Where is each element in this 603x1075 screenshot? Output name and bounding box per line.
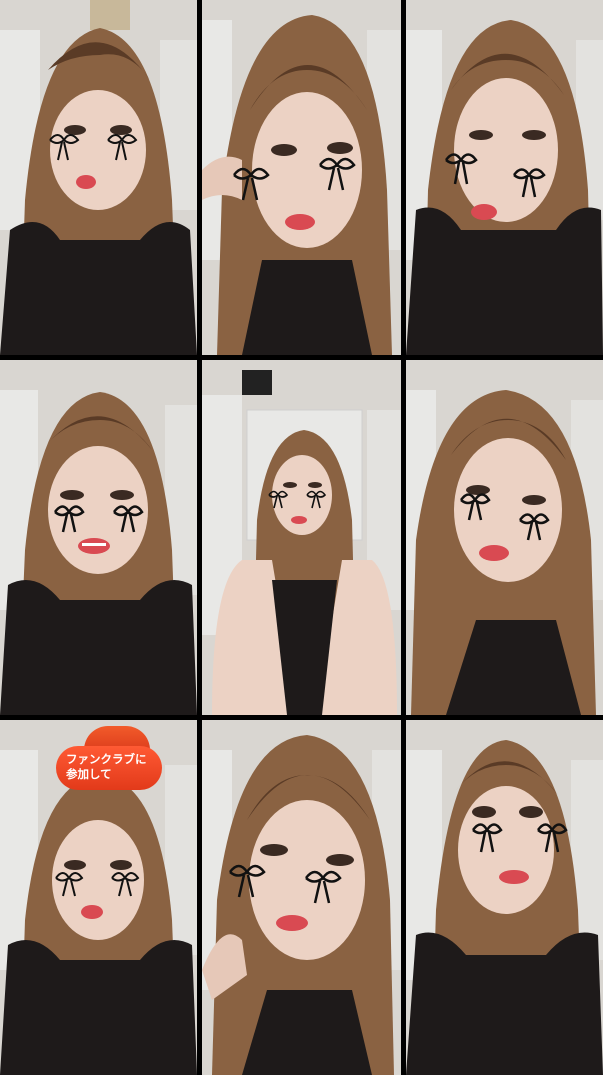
video-tile-3[interactable] — [406, 0, 603, 355]
join-fanclub-label: ファンクラブに 参加して — [56, 746, 162, 790]
video-tile-4[interactable] — [0, 360, 197, 715]
portrait-scene — [202, 720, 401, 1075]
video-tile-9[interactable] — [406, 720, 603, 1075]
video-tile-1[interactable] — [0, 0, 197, 355]
video-frame-grid: ファンクラブに 参加して — [0, 0, 603, 1075]
portrait-scene — [202, 0, 401, 355]
video-tile-5[interactable] — [202, 360, 401, 715]
portrait-scene — [0, 0, 197, 355]
video-tile-7[interactable]: ファンクラブに 参加して — [0, 720, 197, 1075]
video-tile-6[interactable] — [406, 360, 603, 715]
video-tile-8[interactable] — [202, 720, 401, 1075]
portrait-scene — [202, 360, 401, 715]
portrait-scene — [0, 360, 197, 715]
join-fanclub-badge[interactable]: ファンクラブに 参加して — [56, 726, 166, 794]
video-tile-2[interactable] — [202, 0, 401, 355]
portrait-scene — [406, 360, 603, 715]
portrait-scene — [406, 0, 603, 355]
portrait-scene — [406, 720, 603, 1075]
